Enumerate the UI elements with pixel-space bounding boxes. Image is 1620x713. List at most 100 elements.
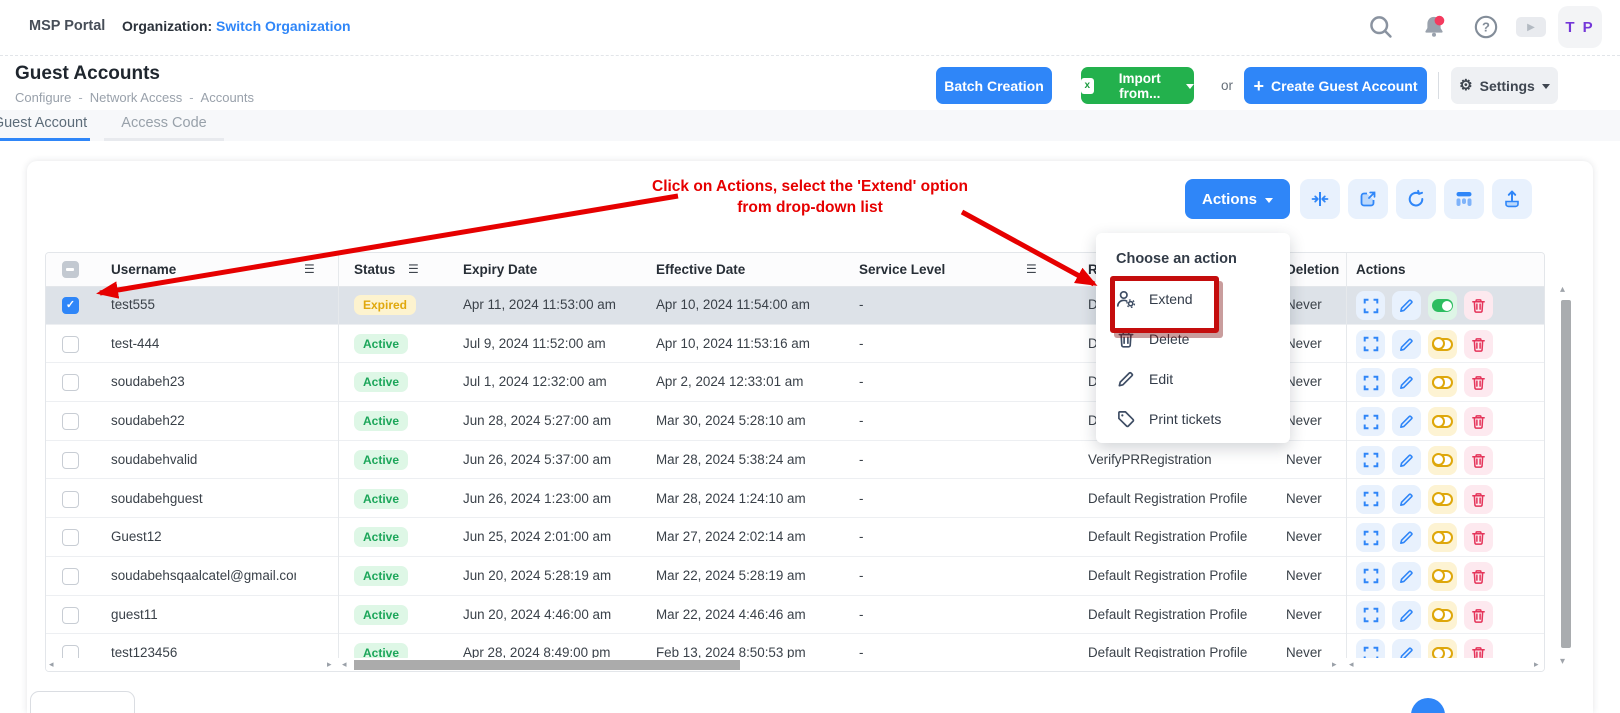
expand-row-button[interactable] — [1356, 601, 1385, 630]
edit-row-button[interactable] — [1392, 368, 1421, 397]
delete-row-button[interactable] — [1464, 601, 1493, 630]
scroll-down-icon[interactable]: ▾ — [1560, 656, 1565, 667]
scroll-left-icon[interactable]: ◂ — [1349, 658, 1354, 671]
edit-row-button[interactable] — [1392, 523, 1421, 552]
page-size-button[interactable] — [30, 691, 135, 713]
import-from-button[interactable]: x Import from... — [1081, 67, 1194, 104]
dropdown-item-print-tickets[interactable]: Print tickets — [1096, 399, 1290, 439]
expand-row-button[interactable] — [1356, 291, 1385, 320]
avatar[interactable]: T P — [1558, 6, 1602, 48]
select-all-checkbox[interactable] — [62, 261, 79, 278]
breadcrumb-item[interactable]: Network Access — [90, 90, 182, 105]
filter-icon-service[interactable]: ☰ — [1026, 253, 1037, 286]
edit-row-button[interactable] — [1392, 562, 1421, 591]
row-checkbox[interactable]: ✓ — [62, 297, 79, 314]
table-row[interactable]: test-444 Active Jul 9, 2024 11:52:00 am … — [46, 325, 1544, 364]
expand-row-button[interactable] — [1356, 523, 1385, 552]
row-checkbox[interactable] — [62, 607, 79, 624]
expand-row-button[interactable] — [1356, 485, 1385, 514]
table-row[interactable]: soudabehguest Active Jun 26, 2024 1:23:0… — [46, 480, 1544, 519]
tab-guest-account[interactable]: Guest Account — [0, 115, 90, 131]
scroll-up-icon[interactable]: ▴ — [1560, 284, 1565, 295]
row-checkbox[interactable] — [62, 452, 79, 469]
scroll-right-icon[interactable]: ▸ — [1534, 658, 1539, 671]
table-row[interactable]: guest11 Active Jun 20, 2024 4:46:00 am M… — [46, 596, 1544, 635]
cell-service-level: - — [859, 518, 1019, 557]
columns-icon[interactable] — [1444, 179, 1484, 219]
table-header: Username☰Status☰Expiry DateEffective Dat… — [46, 253, 1544, 287]
cell-effective-date: Mar 30, 2024 5:28:10 am — [656, 402, 841, 441]
expand-row-button[interactable] — [1356, 446, 1385, 475]
scroll-left-icon[interactable]: ◂ — [342, 658, 347, 671]
delete-row-button[interactable] — [1464, 407, 1493, 436]
status-toggle[interactable] — [1428, 330, 1457, 359]
frozen-pane-border-left — [338, 253, 339, 671]
table-row[interactable]: soudabehsqaalcatel@gmail.com Active Jun … — [46, 557, 1544, 596]
scroll-right-icon[interactable]: ▸ — [327, 658, 332, 671]
tab-access-code[interactable]: Access Code — [104, 115, 224, 131]
filter-icon-username[interactable]: ☰ — [304, 253, 315, 286]
delete-row-button[interactable] — [1464, 446, 1493, 475]
breadcrumb-item[interactable]: Configure — [15, 90, 71, 105]
refresh-icon[interactable] — [1396, 179, 1436, 219]
expand-row-button[interactable] — [1356, 368, 1385, 397]
row-checkbox[interactable] — [62, 568, 79, 585]
status-toggle[interactable] — [1428, 523, 1457, 552]
expand-row-button[interactable] — [1356, 562, 1385, 591]
status-toggle[interactable] — [1428, 446, 1457, 475]
edit-row-button[interactable] — [1392, 446, 1421, 475]
row-checkbox[interactable] — [62, 491, 79, 508]
dropdown-item-edit[interactable]: Edit — [1096, 359, 1290, 399]
delete-row-button[interactable] — [1464, 368, 1493, 397]
breadcrumb-item[interactable]: Accounts — [201, 90, 254, 105]
create-guest-account-button[interactable]: + Create Guest Account — [1244, 67, 1427, 104]
delete-row-button[interactable] — [1464, 291, 1493, 320]
status-toggle[interactable] — [1428, 562, 1457, 591]
delete-row-button[interactable] — [1464, 523, 1493, 552]
table-row[interactable]: soudabehvalid Active Jun 26, 2024 5:37:0… — [46, 441, 1544, 480]
row-checkbox[interactable] — [62, 529, 79, 546]
edit-row-button[interactable] — [1392, 330, 1421, 359]
edit-row-button[interactable] — [1392, 291, 1421, 320]
delete-row-button[interactable] — [1464, 330, 1493, 359]
table-row[interactable]: ✓ test555 Expired Apr 11, 2024 11:53:00 … — [46, 286, 1544, 325]
table-row[interactable]: Guest12 Active Jun 25, 2024 2:01:00 am M… — [46, 518, 1544, 557]
expand-row-button[interactable] — [1356, 407, 1385, 436]
status-toggle[interactable] — [1428, 485, 1457, 514]
batch-creation-button[interactable]: Batch Creation — [936, 67, 1052, 104]
vertical-scrollbar-thumb[interactable] — [1561, 300, 1571, 648]
export-icon[interactable] — [1492, 179, 1532, 219]
search-icon[interactable] — [1368, 14, 1394, 40]
cell-deletion: Never — [1286, 363, 1344, 402]
collapse-icon[interactable] — [1300, 179, 1340, 219]
edit-row-button[interactable] — [1392, 407, 1421, 436]
status-toggle[interactable] — [1428, 407, 1457, 436]
status-toggle[interactable] — [1428, 291, 1457, 320]
tab-bar: Guest Account Access Code — [0, 110, 1620, 141]
help-icon[interactable]: ? — [1473, 14, 1499, 40]
guest-accounts-page: MSP Portal Organization: Switch Organiza… — [0, 0, 1620, 713]
row-checkbox[interactable] — [62, 336, 79, 353]
table-row[interactable]: soudabeh22 Active Jun 28, 2024 5:27:00 a… — [46, 402, 1544, 441]
scroll-left-icon[interactable]: ◂ — [49, 658, 54, 671]
scrollbar-thumb[interactable] — [354, 660, 740, 670]
settings-button[interactable]: ⚙ Settings — [1451, 67, 1558, 104]
scroll-right-icon[interactable]: ▸ — [1332, 658, 1337, 671]
expand-row-button[interactable] — [1356, 330, 1385, 359]
table-row[interactable]: soudabeh23 Active Jul 1, 2024 12:32:00 a… — [46, 363, 1544, 402]
actions-button[interactable]: Actions — [1185, 179, 1290, 219]
row-checkbox[interactable] — [62, 413, 79, 430]
delete-row-button[interactable] — [1464, 562, 1493, 591]
status-toggle[interactable] — [1428, 368, 1457, 397]
row-checkbox[interactable] — [62, 374, 79, 391]
edit-row-button[interactable] — [1392, 601, 1421, 630]
edit-row-button[interactable] — [1392, 485, 1421, 514]
video-tour-icon[interactable]: ▶ — [1516, 17, 1546, 37]
cell-service-level: - — [859, 325, 1019, 364]
organization-switch-link[interactable]: Switch Organization — [216, 18, 351, 34]
notification-bell-icon[interactable] — [1421, 14, 1447, 40]
filter-icon-status[interactable]: ☰ — [408, 253, 419, 286]
delete-row-button[interactable] — [1464, 485, 1493, 514]
open-in-new-icon[interactable] — [1348, 179, 1388, 219]
status-toggle[interactable] — [1428, 601, 1457, 630]
